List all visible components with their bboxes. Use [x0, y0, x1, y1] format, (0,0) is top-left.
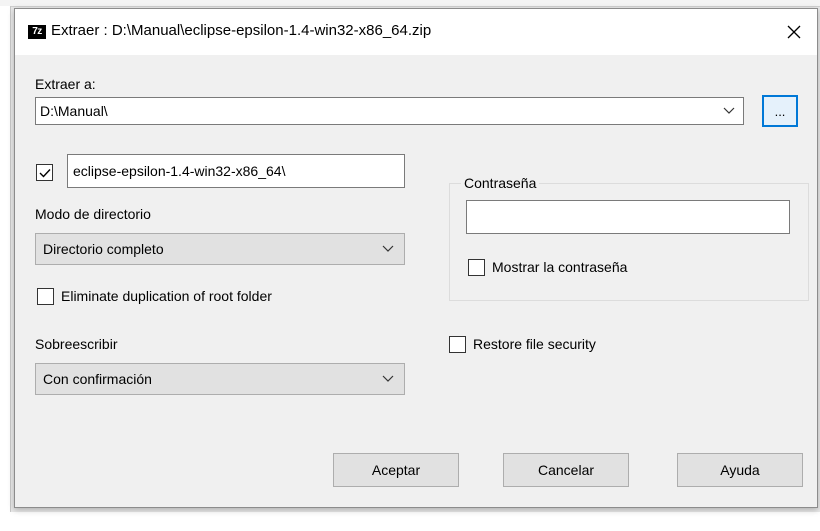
extract-path-value: D:\Manual\ — [40, 103, 108, 119]
window-title: Extraer : D:\Manual\eclipse-epsilon-1.4-… — [51, 22, 432, 39]
chevron-down-icon — [723, 107, 735, 114]
browse-button[interactable]: ... — [762, 95, 798, 127]
password-input[interactable] — [466, 200, 790, 234]
extract-to-label: Extraer a: — [35, 76, 96, 92]
subfolder-name-value: eclipse-epsilon-1.4-win32-x86_64\ — [73, 163, 286, 179]
background-window-header — [0, 0, 820, 7]
close-icon — [787, 25, 801, 39]
restore-security-label: Restore file security — [473, 336, 596, 352]
chevron-down-icon — [382, 245, 394, 252]
show-password-checkbox[interactable] — [468, 259, 485, 276]
extract-dialog: 7z Extraer : D:\Manual\eclipse-epsilon-1… — [14, 8, 818, 508]
accept-button-label: Aceptar — [371, 462, 421, 478]
password-group-label: Contraseña — [461, 175, 540, 191]
subfolder-name-input[interactable]: eclipse-epsilon-1.4-win32-x86_64\ — [67, 154, 405, 188]
help-button-label: Ayuda — [720, 462, 760, 478]
eliminate-duplication-label: Eliminate duplication of root folder — [61, 288, 272, 304]
overwrite-label: Sobreescribir — [35, 336, 118, 352]
cancel-button-label: Cancelar — [537, 462, 595, 478]
title-bar: 7z Extraer : D:\Manual\eclipse-epsilon-1… — [15, 9, 817, 55]
accept-button[interactable]: Aceptar — [333, 453, 459, 487]
subfolder-checkbox[interactable] — [36, 164, 53, 181]
cancel-button[interactable]: Cancelar — [503, 453, 629, 487]
checkmark-icon — [39, 168, 51, 178]
close-button[interactable] — [771, 9, 817, 55]
chevron-down-icon — [382, 375, 394, 382]
background-window-edge — [0, 6, 11, 531]
path-mode-selected: Directorio completo — [43, 241, 164, 257]
path-mode-select[interactable]: Directorio completo — [35, 233, 405, 265]
show-password-label: Mostrar la contraseña — [492, 259, 628, 275]
7zip-app-icon: 7z — [28, 25, 46, 39]
help-button[interactable]: Ayuda — [677, 453, 803, 487]
background-window-footer — [0, 512, 820, 531]
browse-button-label: ... — [774, 103, 786, 119]
path-mode-label: Modo de directorio — [35, 206, 151, 222]
overwrite-selected: Con confirmación — [43, 371, 152, 387]
restore-security-checkbox[interactable] — [449, 336, 466, 353]
overwrite-select[interactable]: Con confirmación — [35, 363, 405, 395]
extract-path-combobox[interactable]: D:\Manual\ — [35, 97, 744, 125]
eliminate-duplication-checkbox[interactable] — [37, 288, 54, 305]
